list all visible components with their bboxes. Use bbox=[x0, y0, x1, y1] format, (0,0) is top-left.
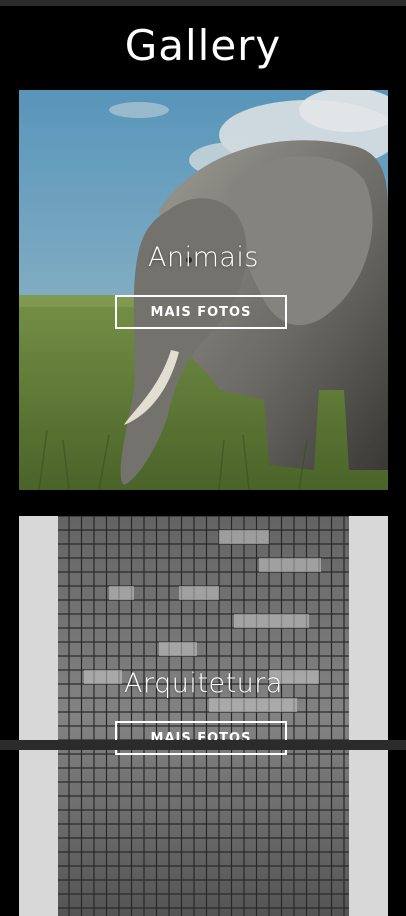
gallery-card-arquitetura[interactable]: Arquitetura MAIS FOTOS bbox=[19, 516, 388, 916]
top-bar bbox=[0, 0, 406, 6]
page-title: Gallery bbox=[124, 21, 282, 70]
image-overlay bbox=[19, 516, 388, 916]
bottom-bar bbox=[0, 740, 406, 750]
gallery-card-animais[interactable]: Animais MAIS FOTOS bbox=[19, 90, 388, 490]
card-title: Animais bbox=[148, 242, 259, 273]
card-title: Arquitetura bbox=[124, 668, 283, 699]
more-photos-button[interactable]: MAIS FOTOS bbox=[115, 295, 287, 329]
image-overlay bbox=[19, 90, 388, 490]
